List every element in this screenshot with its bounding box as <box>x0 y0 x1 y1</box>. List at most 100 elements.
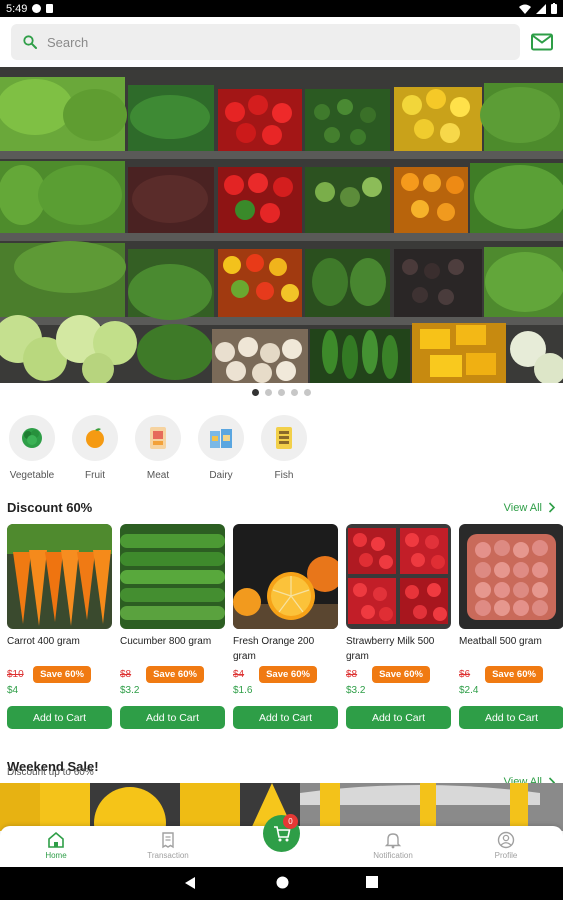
save-badge: Save 60% <box>33 666 91 683</box>
meatball-image <box>459 524 563 629</box>
carousel-dot[interactable] <box>252 389 259 396</box>
product-name: Carrot 400 gram <box>7 636 80 647</box>
section-subtitle: Discount up to 60% <box>7 767 94 778</box>
category-icon-circle <box>72 415 118 461</box>
mail-icon[interactable] <box>530 30 554 54</box>
nav-profile[interactable]: Profile <box>471 831 541 860</box>
search-bar[interactable] <box>11 24 520 60</box>
weekend-section-header: Weekend Sale! View All <box>7 744 556 788</box>
product-card[interactable]: Carrot 400 gram $10 Save 60% $4 Add to C… <box>7 524 112 729</box>
search-input[interactable] <box>47 34 447 50</box>
product-price: $2.4 <box>459 685 479 696</box>
orange-icon <box>86 428 104 448</box>
save-badge: Save 60% <box>259 666 317 683</box>
carousel-dot[interactable] <box>291 389 298 396</box>
view-all-link[interactable]: View All <box>504 502 556 514</box>
product-image <box>459 524 563 629</box>
sim-card-icon <box>46 4 54 13</box>
save-badge: Save 60% <box>146 666 204 683</box>
search-row <box>0 24 563 62</box>
category-label: Vegetable <box>9 470 55 481</box>
product-image <box>7 524 112 629</box>
category-label: Fruit <box>85 470 105 481</box>
category-icon-circle <box>261 415 307 461</box>
category-label: Fish <box>274 470 294 481</box>
product-old-price: $4 <box>233 669 245 680</box>
cart-count-badge: 0 <box>283 814 298 829</box>
status-time: 5:49 <box>6 2 28 15</box>
add-to-cart-button[interactable]: Add to Cart <box>459 706 563 729</box>
add-to-cart-button[interactable]: Add to Cart <box>346 706 451 729</box>
product-name: Cucumber 800 gram <box>120 636 212 647</box>
search-icon <box>23 35 37 49</box>
status-bar: 5:49 <box>0 0 563 17</box>
nav-label: Notification <box>373 851 413 860</box>
add-to-cart-button[interactable]: Add to Cart <box>7 706 112 729</box>
receipt-icon <box>162 832 174 849</box>
product-image <box>346 524 451 629</box>
product-image <box>233 524 338 629</box>
product-card[interactable]: Strawberry Milk 500 gram $8 Save 60% $3.… <box>346 524 451 729</box>
product-old-price: $6 <box>459 669 471 680</box>
view-all-label: View All <box>503 501 542 514</box>
signal-icon <box>536 3 546 14</box>
product-image <box>120 524 225 629</box>
carousel-dot[interactable] <box>278 389 285 396</box>
home-icon <box>48 831 64 848</box>
profile-icon <box>497 831 515 849</box>
product-price: $3.2 <box>346 685 366 696</box>
product-card[interactable]: Meatball 500 gram $6 Save 60% $2.4 Add t… <box>459 524 563 729</box>
nav-notification[interactable]: Notification <box>358 831 428 860</box>
orange-image <box>233 524 338 629</box>
category-meat[interactable]: Meat <box>132 415 184 481</box>
product-card[interactable]: Cucumber 800 gram $8 Save 60% $3.2 Add t… <box>120 524 225 729</box>
carousel-dot[interactable] <box>304 389 311 396</box>
system-nav-bar <box>0 867 563 900</box>
strawberry-image <box>346 524 451 629</box>
category-label: Meat <box>146 470 170 481</box>
recents-icon[interactable] <box>366 876 378 888</box>
carousel-dot[interactable] <box>265 389 272 396</box>
category-icon-circle <box>135 415 181 461</box>
save-badge: Save 60% <box>485 666 543 683</box>
bell-icon <box>384 833 402 849</box>
carrot-image <box>7 524 112 629</box>
product-name: Strawberry Milk 500 gram <box>346 636 435 662</box>
promo-banner[interactable] <box>0 67 563 383</box>
meat-icon <box>150 427 166 449</box>
discount-section-header: Discount 60% View All <box>7 500 556 515</box>
category-icon-circle <box>198 415 244 461</box>
product-name: Fresh Orange 200 gram <box>233 636 315 662</box>
product-old-price: $8 <box>346 669 358 680</box>
category-vegetable[interactable]: Vegetable <box>6 415 58 481</box>
nav-transaction[interactable]: Transaction <box>133 831 203 860</box>
fish-icon <box>276 427 292 449</box>
product-name: Meatball 500 gram <box>459 636 542 647</box>
dairy-icon <box>210 429 232 448</box>
product-card[interactable]: Fresh Orange 200 gram $4 Save 60% $1.6 A… <box>233 524 338 729</box>
battery-icon <box>551 3 557 14</box>
cucumber-image <box>120 524 225 629</box>
produce-shelf-image <box>0 67 563 383</box>
nav-home[interactable]: Home <box>21 831 91 860</box>
chevron-right-icon <box>548 502 556 513</box>
nav-label: Profile <box>494 851 518 860</box>
broccoli-icon <box>22 428 42 448</box>
section-title: Discount 60% <box>7 500 93 515</box>
category-fruit[interactable]: Fruit <box>69 415 121 481</box>
product-list: Carrot 400 gram $10 Save 60% $4 Add to C… <box>7 524 563 729</box>
home-button-icon[interactable] <box>276 876 289 889</box>
category-list: Vegetable Fruit Meat Dairy Fish <box>6 415 310 481</box>
nav-label: Transaction <box>147 851 189 860</box>
category-icon-circle <box>9 415 55 461</box>
product-old-price: $10 <box>7 669 24 680</box>
back-icon[interactable] <box>184 876 196 890</box>
save-badge: Save 60% <box>372 666 430 683</box>
nav-label: Home <box>45 851 67 860</box>
carousel-dots <box>0 389 563 396</box>
add-to-cart-button[interactable]: Add to Cart <box>120 706 225 729</box>
category-dairy[interactable]: Dairy <box>195 415 247 481</box>
product-price: $1.6 <box>233 685 253 696</box>
category-fish[interactable]: Fish <box>258 415 310 481</box>
add-to-cart-button[interactable]: Add to Cart <box>233 706 338 729</box>
